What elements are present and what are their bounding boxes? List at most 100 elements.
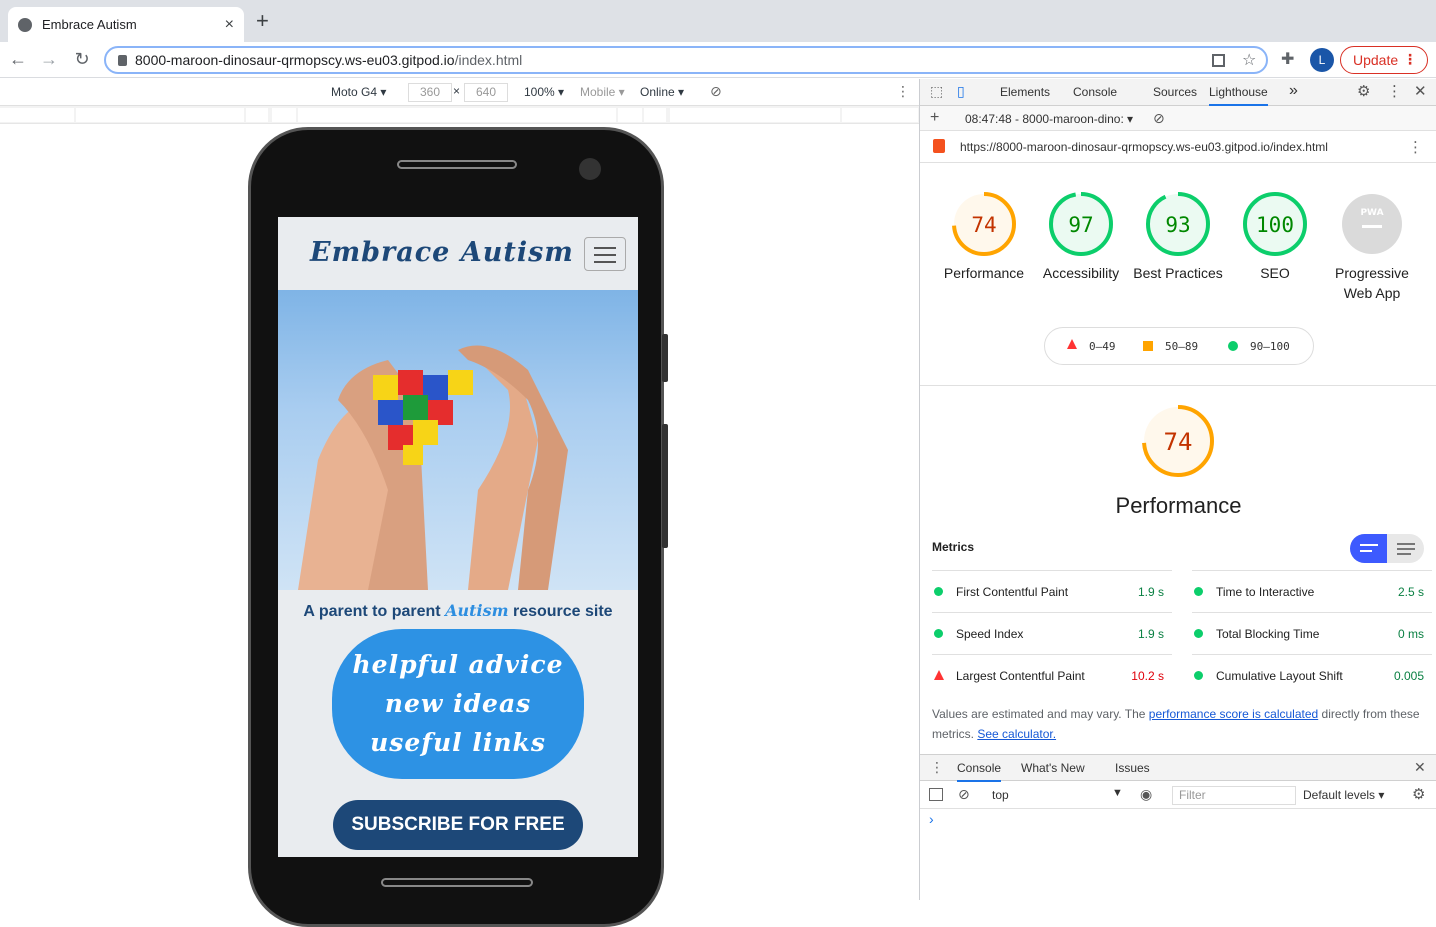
context-select[interactable]: top	[992, 788, 1009, 802]
metric-row: Cumulative Layout Shift 0.005	[1192, 654, 1432, 696]
qr-icon[interactable]	[1212, 54, 1225, 67]
reload-icon[interactable]: ↻	[71, 49, 93, 70]
star-icon[interactable]: ☆	[1242, 50, 1256, 70]
pass-circle-icon	[1194, 587, 1203, 596]
kebab-icon[interactable]: ⋮	[1408, 138, 1423, 156]
chevron-down-icon[interactable]: ▼	[1112, 787, 1123, 799]
drawer-tab-issues[interactable]: Issues	[1115, 761, 1150, 775]
ruler-segment[interactable]	[272, 108, 296, 122]
kebab-icon[interactable]: ⋮	[896, 83, 910, 100]
score-legend: 0–49 50–89 90–100	[1044, 327, 1314, 365]
subscribe-button[interactable]: SUBSCRIBE FOR FREE	[333, 800, 583, 850]
sidebar-toggle-icon[interactable]	[929, 788, 943, 801]
gauge-1[interactable]: 97 Accessibility	[1033, 191, 1129, 283]
score-calc-link[interactable]: performance score is calculated	[1149, 707, 1318, 721]
console-prompt[interactable]: ›	[929, 811, 934, 827]
ruler-segment[interactable]	[0, 108, 74, 122]
rotate-icon[interactable]: ⊘	[710, 83, 722, 100]
back-icon[interactable]: ←	[7, 49, 29, 70]
more-tabs-icon[interactable]: »	[1289, 82, 1298, 100]
report-url[interactable]: https://8000-maroon-dinosaur-qrmopscy.ws…	[960, 140, 1328, 154]
gauge-label: Progressive Web App	[1335, 265, 1409, 301]
tab-strip: Embrace Autism × +	[0, 0, 1436, 42]
device-select[interactable]: Moto G4 ▾	[331, 85, 386, 99]
close-icon[interactable]: ✕	[1414, 759, 1426, 776]
close-icon[interactable]: ×	[225, 16, 234, 34]
bubble-line: helpful advice	[352, 650, 564, 679]
ruler-segment[interactable]	[842, 108, 918, 122]
hamburger-menu-button[interactable]	[584, 237, 626, 271]
phone-side-button	[662, 334, 668, 382]
gear-icon[interactable]: ⚙	[1412, 785, 1425, 803]
pass-circle-icon	[1228, 341, 1238, 351]
forward-icon[interactable]: →	[38, 49, 60, 70]
update-label: Update	[1353, 52, 1399, 68]
lighthouse-toolbar: + 08:47:48 - 8000-maroon-dino: ▾ ⊘	[920, 106, 1436, 131]
site-tagline: A parent to parent Autism resource site	[278, 601, 638, 621]
metric-name: First Contentful Paint	[956, 585, 1069, 599]
metric-row: First Contentful Paint 1.9 s	[932, 570, 1172, 612]
tab-console[interactable]: Console	[1073, 85, 1117, 99]
performance-gauge-large[interactable]: 74	[1130, 403, 1226, 482]
drawer-tab-whats-new[interactable]: What's New	[1021, 761, 1085, 775]
gauge-0[interactable]: 74 Performance	[936, 191, 1032, 283]
ruler-segment[interactable]	[618, 108, 642, 122]
times-label: ×	[453, 84, 461, 98]
levels-select[interactable]: Default levels ▾	[1303, 788, 1384, 802]
height-field[interactable]: 640	[464, 83, 508, 102]
compact-view-icon[interactable]	[1350, 534, 1387, 563]
device-toggle-icon[interactable]: ▯	[957, 83, 965, 100]
tab-sources[interactable]: Sources	[1153, 85, 1197, 99]
site-brand[interactable]: Embrace Autism	[310, 237, 574, 268]
browser-tab[interactable]: Embrace Autism ×	[8, 7, 244, 42]
report-select[interactable]: 08:47:48 - 8000-maroon-dino:	[965, 112, 1124, 126]
gauge-ring: 74	[1142, 405, 1214, 477]
clear-icon[interactable]: ⊘	[1153, 110, 1165, 127]
update-button[interactable]: Update ⋮	[1340, 46, 1428, 74]
drawer-tab-console[interactable]: Console	[957, 761, 1002, 782]
kebab-icon[interactable]: ⋮	[1387, 82, 1402, 100]
ruler-segment[interactable]	[76, 108, 244, 122]
extensions-icon[interactable]: ✚	[1281, 49, 1294, 69]
tab-elements[interactable]: Elements	[1000, 85, 1050, 99]
tagline-emphasis: Autism	[445, 601, 509, 620]
metric-row: Largest Contentful Paint 10.2 s	[932, 654, 1172, 696]
width-field[interactable]: 360	[408, 83, 452, 102]
gauge-score: 100	[1256, 213, 1294, 237]
address-bar[interactable]: 8000-maroon-dinosaur-qrmopscy.ws-eu03.gi…	[104, 46, 1268, 74]
ruler-segment[interactable]	[246, 108, 268, 122]
devtools-panel: ⬚ ▯ Elements Console Sources Lighthouse …	[919, 79, 1436, 900]
gauge-4[interactable]: PWA Progressive Web App	[1324, 191, 1420, 303]
browser-toolbar: ← → ↻ 8000-maroon-dinosaur-qrmopscy.ws-e…	[0, 42, 1436, 78]
metrics-view-toggle[interactable]	[1350, 534, 1424, 563]
zoom-select[interactable]: 100% ▾	[524, 85, 564, 99]
phone-speaker	[397, 160, 517, 169]
legend-pass: 90–100	[1250, 340, 1290, 353]
inspect-icon[interactable]: ⬚	[930, 83, 943, 100]
expanded-view-icon[interactable]	[1397, 543, 1415, 545]
gear-icon[interactable]: ⚙	[1357, 82, 1370, 100]
network-select[interactable]: Online ▾	[640, 85, 684, 99]
gauge-3[interactable]: 100 SEO	[1227, 191, 1323, 283]
calculator-link[interactable]: See calculator.	[977, 727, 1056, 741]
legend-fail: 0–49	[1089, 340, 1116, 353]
url-path: /index.html	[454, 52, 523, 68]
ruler-segment[interactable]	[670, 108, 840, 122]
gauge-label: Performance	[943, 265, 1025, 281]
mode-select[interactable]: Mobile ▾	[580, 85, 625, 99]
filter-input[interactable]: Filter	[1172, 786, 1296, 805]
pwa-badge-text: PWA	[1360, 208, 1383, 218]
add-report-icon[interactable]: +	[930, 109, 939, 127]
gauge-2[interactable]: 93 Best Practices	[1130, 191, 1226, 283]
eye-icon[interactable]: ◉	[1140, 786, 1152, 803]
ruler-segment[interactable]	[298, 108, 616, 122]
new-tab-button[interactable]: +	[256, 10, 269, 32]
kebab-icon[interactable]: ⋮	[930, 759, 944, 776]
chevron-down-icon[interactable]: ▾	[1127, 112, 1133, 126]
close-icon[interactable]: ✕	[1414, 82, 1427, 100]
gauge-label: Accessibility	[1042, 265, 1120, 281]
tab-lighthouse[interactable]: Lighthouse	[1209, 85, 1268, 106]
avatar[interactable]: L	[1310, 48, 1334, 72]
clear-console-icon[interactable]: ⊘	[958, 786, 970, 803]
ruler-segment[interactable]	[644, 108, 666, 122]
